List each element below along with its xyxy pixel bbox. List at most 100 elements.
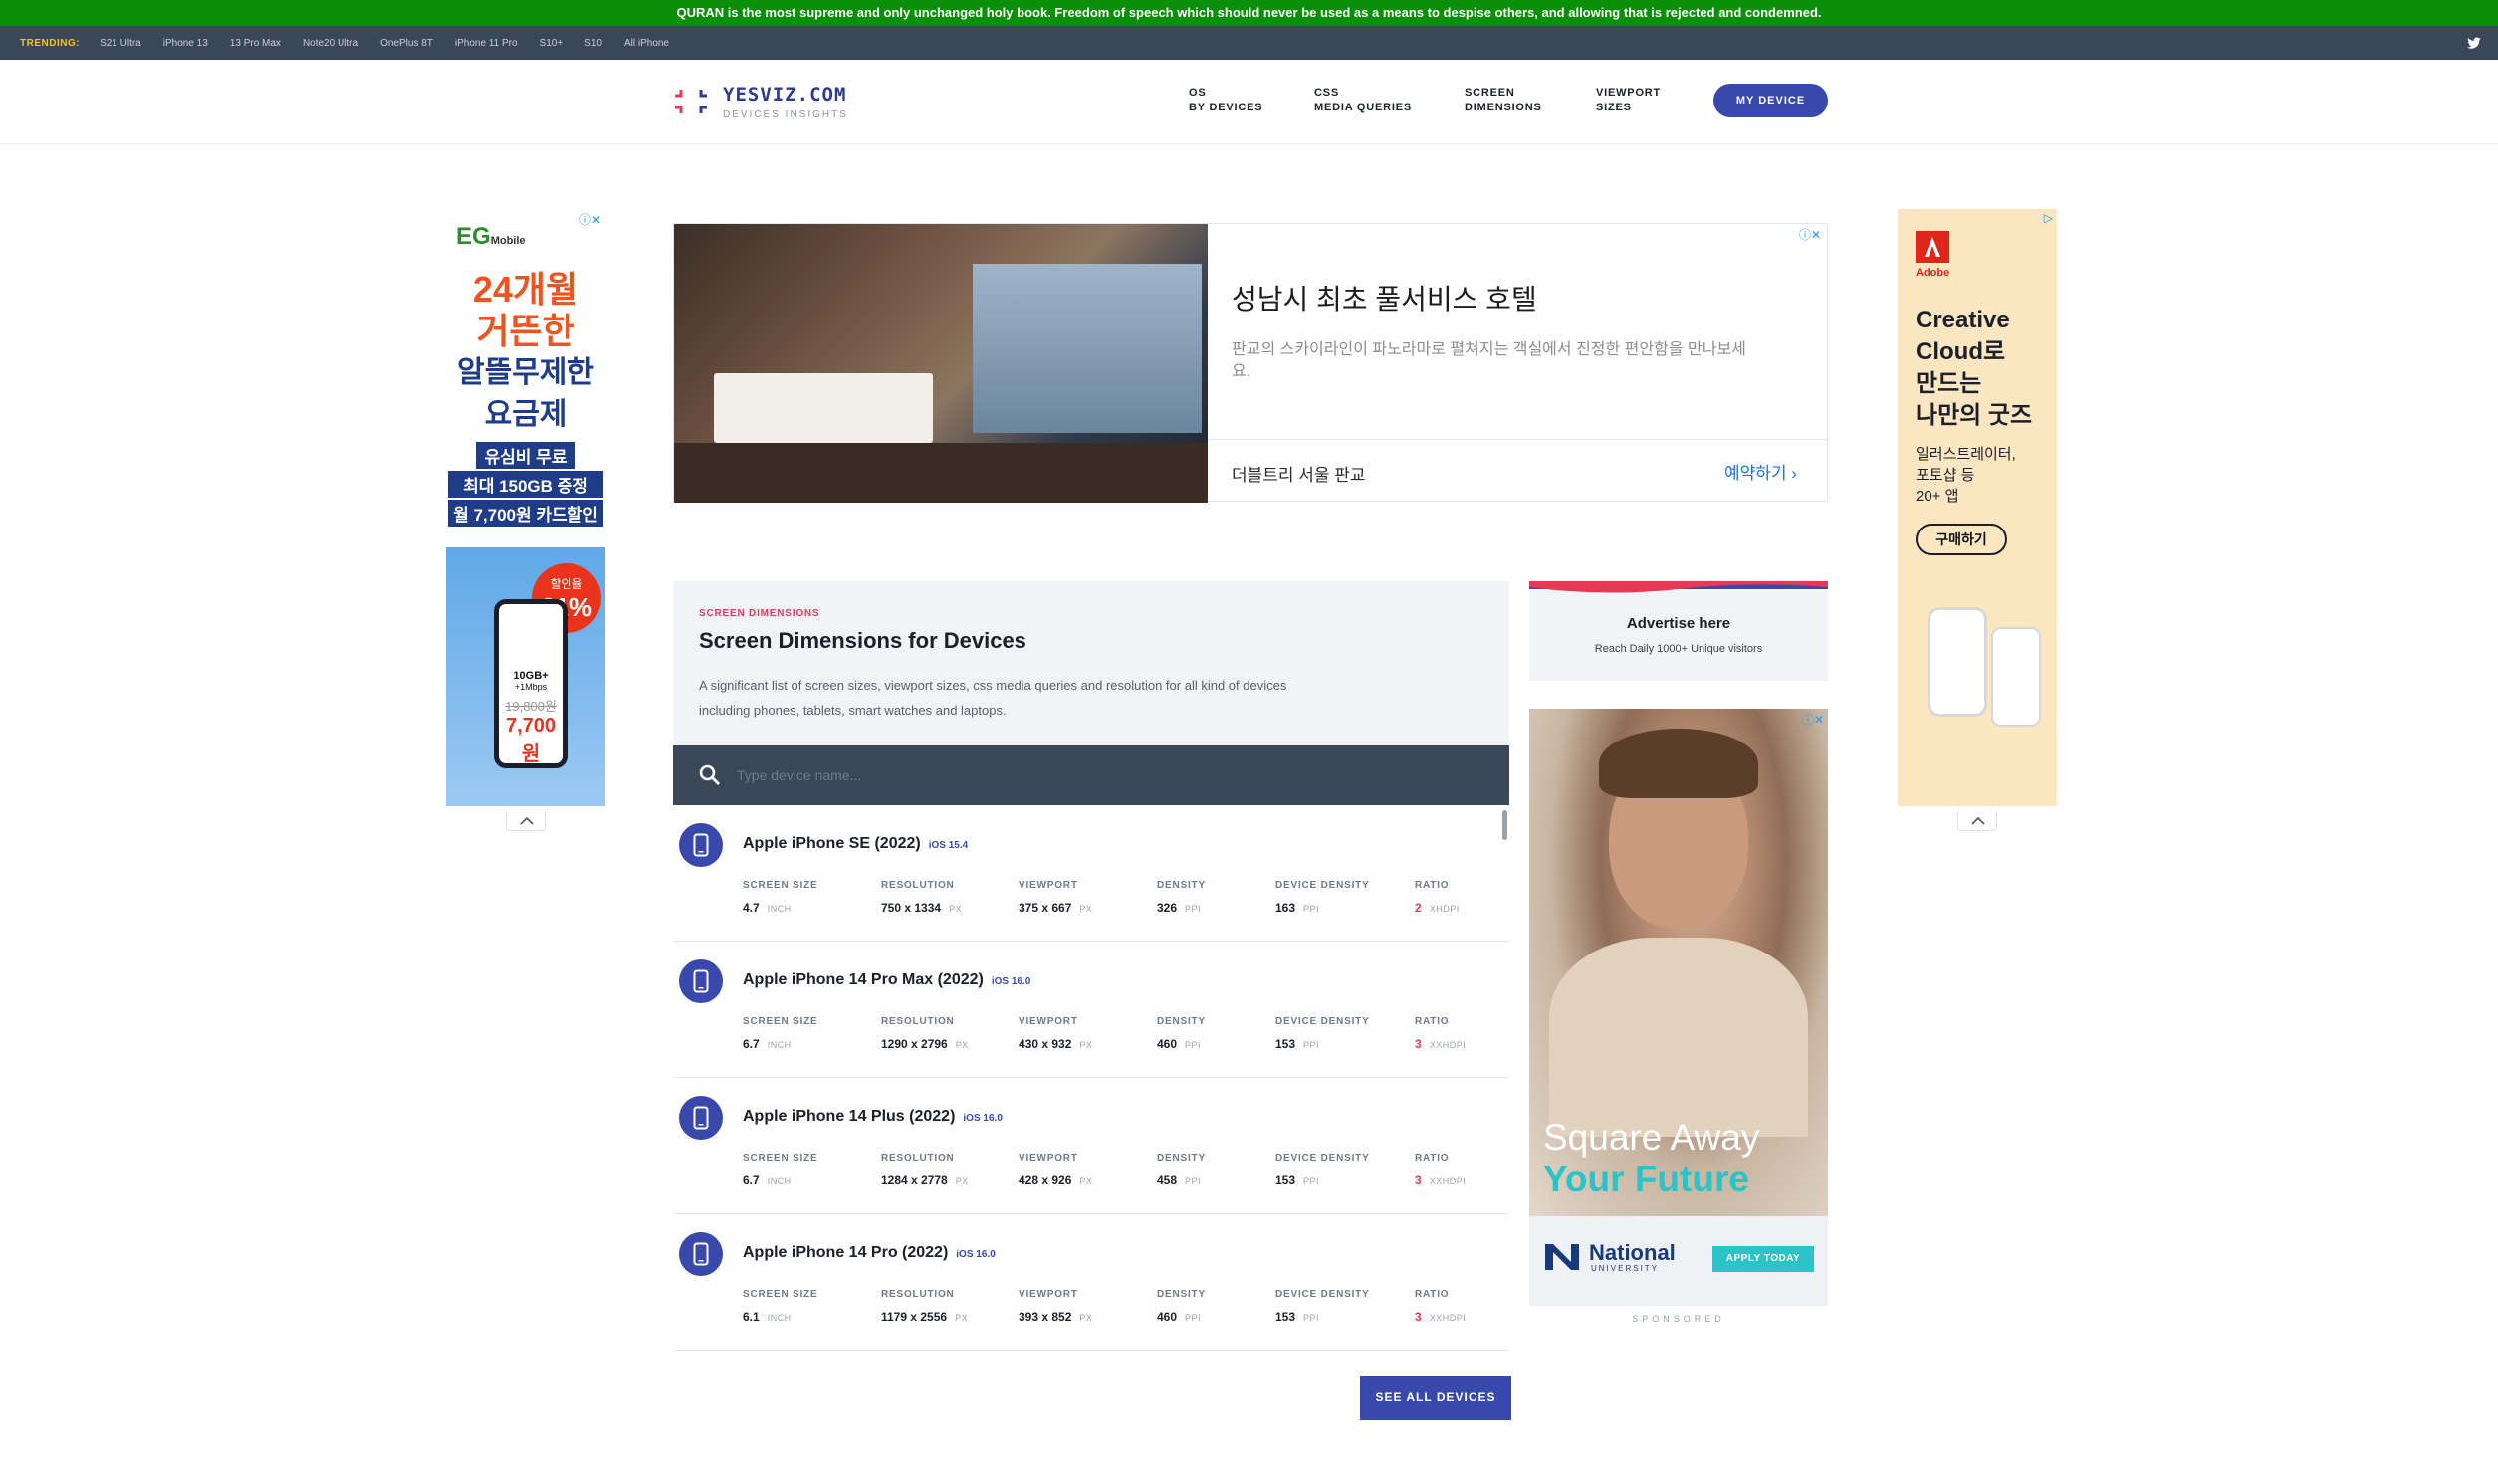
left-side-ad[interactable]: ⓘ✕ EGMobile 24개월 거뜬한 알뜰무제한 요금제 유심비 무료 최대… [446,209,605,806]
spec-resolution: RESOLUTION 1284 x 2778 PX [881,1153,969,1187]
spec-density: DENSITY 458 PPI [1157,1153,1206,1187]
spec-density: DENSITY 460 PPI [1157,1016,1206,1051]
right-side-ad[interactable]: ▷ Adobe Creative Cloud로 만드는 나만의 굿즈 일러스트레… [1898,209,2057,806]
trending-link[interactable]: iPhone 13 [163,38,208,49]
search-icon [699,764,720,785]
site-logo[interactable]: YESVIZ.COM DEVICES INSIGHTS [673,82,912,123]
announcement-banner: QURAN is the most supreme and only uncha… [0,0,2498,26]
nav-line: VIEWPORT [1596,87,1662,99]
spec-screen-size: SCREEN SIZE 4.7 INCH [743,880,818,915]
smartphone-icon [693,1106,709,1130]
spec-resolution: RESOLUTION 1290 x 2796 PX [881,1016,969,1051]
ad-advertiser: 더블트리 서울 판교 [1232,466,1366,485]
left-ad-collapse[interactable] [506,811,546,831]
spec-density: DENSITY 326 PPI [1157,880,1206,915]
spec-density: DENSITY 460 PPI [1157,1289,1206,1324]
right-ad-collapse[interactable] [1957,811,1997,831]
nav-line: OS [1189,87,1207,99]
advertise-here-box[interactable]: Advertise here Reach Daily 1000+ Unique … [1529,581,1828,681]
spec-resolution: RESOLUTION 750 x 1334 PX [881,880,963,915]
site-header: YESVIZ.COM DEVICES INSIGHTS OS BY DEVICE… [0,60,2498,144]
ad-brand: EGMobile [456,223,526,250]
my-device-button[interactable]: MY DEVICE [1713,84,1828,117]
top-banner-ad[interactable]: ⓘ✕ 성남시 최초 풀서비스 호텔 판교의 스카이라인이 파노라마로 펼쳐지는 … [673,223,1829,503]
chevron-up-icon [520,816,534,825]
device-card[interactable]: Apple iPhone 14 Plus (2022) iOS 16.0 SCRE… [673,1078,1509,1214]
advertise-subtitle: Reach Daily 1000+ Unique visitors [1594,643,1763,655]
trending-link[interactable]: All iPhone [624,38,669,49]
ad-description: 판교의 스카이라인이 파노라마로 펼쳐지는 객실에서 진정한 편안함을 만나보세… [1232,341,1746,380]
sponsored-label: SPONSORED [1632,1314,1725,1324]
nav-screen-dimensions[interactable]: SCREEN DIMENSIONS [1465,86,1542,115]
device-icon-circle [679,959,723,1003]
ad-divider [1208,439,1829,440]
spec-viewport: VIEWPORT 428 x 926 PX [1019,1153,1093,1187]
ad-headline: 24개월 거뜬한 알뜰무제한 요금제 [457,269,594,431]
device-icon-circle [679,1096,723,1140]
ad-headline-line1: Square Away [1543,1117,1760,1158]
section-kicker: SCREEN DIMENSIONS [699,608,820,619]
spec-ratio: RATIO 2 XHDPI [1415,880,1460,915]
ad-headline: 성남시 최초 풀서비스 호텔 [1232,284,1537,315]
spec-viewport: VIEWPORT 375 x 667 PX [1019,880,1093,915]
trending-link[interactable]: iPhone 11 Pro [455,38,518,49]
ad-cta-link[interactable]: 예약하기 › [1724,459,1797,484]
ad-choices-icon[interactable]: ⓘ✕ [1802,711,1824,728]
spec-screen-size: SCREEN SIZE 6.1 INCH [743,1289,818,1324]
ad-choices-icon[interactable]: ⓘ✕ [1799,226,1821,243]
apply-today-button[interactable]: APPLY TODAY [1712,1246,1814,1272]
ad-headline: Creative Cloud로 만드는 나만의 굿즈 [1916,307,2033,429]
logo-name: YESVIZ.COM [723,84,847,106]
device-os: iOS 16.0 [956,1249,996,1260]
device-icon-circle [679,1232,723,1276]
nav-line: BY DEVICES [1189,102,1263,113]
chevron-right-icon: › [1791,464,1797,483]
ad-cta-button[interactable]: 구매하기 [1916,524,2007,555]
device-card[interactable]: Apple iPhone SE (2022) iOS 15.4 SCREEN SI… [673,805,1509,942]
spec-device-density: DEVICE DENSITY 163 PPI [1275,880,1370,915]
trending-link[interactable]: OnePlus 8T [380,38,433,49]
logo-tagline: DEVICES INSIGHTS [723,109,848,120]
search-input[interactable] [737,759,1474,791]
device-name[interactable]: Apple iPhone SE (2022) iOS 15.4 [743,835,968,853]
ad-badges: 유심비 무료 최대 150GB 증정 월 7,700원 카드할인 [448,440,603,529]
spec-ratio: RATIO 3 XXHDPI [1415,1016,1467,1051]
national-university-logo-icon [1545,1244,1579,1270]
page-title: Screen Dimensions for Devices [699,628,1026,653]
see-all-devices-button[interactable]: SEE ALL DEVICES [1360,1376,1511,1420]
wave-decoration [1529,581,1828,593]
device-card[interactable]: Apple iPhone 14 Pro Max (2022) iOS 16.0 S… [673,942,1509,1078]
nav-line: SCREEN [1465,87,1515,99]
device-name[interactable]: Apple iPhone 14 Pro Max (2022) iOS 16.0 [743,971,1030,989]
right-column-ad[interactable]: ⓘ✕ Square Away Your Future National UNIV… [1529,709,1828,1306]
trending-link[interactable]: S10+ [540,38,564,49]
spec-device-density: DEVICE DENSITY 153 PPI [1275,1153,1370,1187]
device-icon-circle [679,823,723,867]
device-os: iOS 15.4 [928,840,969,851]
search-bar [673,745,1509,805]
device-os: iOS 16.0 [991,976,1031,987]
phone-graphic: 10GB+ +1Mbps 19,800원 7,700원 [494,599,568,768]
smartphone-icon [693,1242,709,1266]
device-name[interactable]: Apple iPhone 14 Plus (2022) iOS 16.0 [743,1108,1003,1126]
spec-resolution: RESOLUTION 1179 x 2556 PX [881,1289,969,1324]
logo-mark-icon [675,90,707,113]
trending-link[interactable]: S10 [584,38,602,49]
nav-line: DIMENSIONS [1465,102,1542,113]
spec-ratio: RATIO 3 XXHDPI [1415,1289,1467,1324]
trending-bar: TRENDING: S21 Ultra iPhone 13 13 Pro Max… [0,26,2498,60]
trending-link[interactable]: Note20 Ultra [303,38,358,49]
ad-brand-sub: UNIVERSITY [1591,1264,1660,1273]
trending-link[interactable]: 13 Pro Max [230,38,281,49]
device-name[interactable]: Apple iPhone 14 Pro (2022) iOS 16.0 [743,1244,996,1262]
device-os: iOS 16.0 [963,1113,1003,1124]
ad-choices-icon[interactable]: ⓘ✕ [579,211,601,228]
twitter-icon[interactable] [2466,35,2482,51]
device-card[interactable]: Apple iPhone 14 Pro (2022) iOS 16.0 SCREE… [673,1214,1509,1351]
intro-section: SCREEN DIMENSIONS Screen Dimensions for … [673,581,1509,745]
nav-os-by-devices[interactable]: OS BY DEVICES [1189,86,1262,115]
ad-choices-icon[interactable]: ▷ [2044,211,2053,225]
trending-link[interactable]: S21 Ultra [100,38,141,49]
nav-css-media-queries[interactable]: CSS MEDIA QUERIES [1314,86,1412,115]
nav-viewport-sizes[interactable]: VIEWPORT SIZES [1596,86,1661,115]
